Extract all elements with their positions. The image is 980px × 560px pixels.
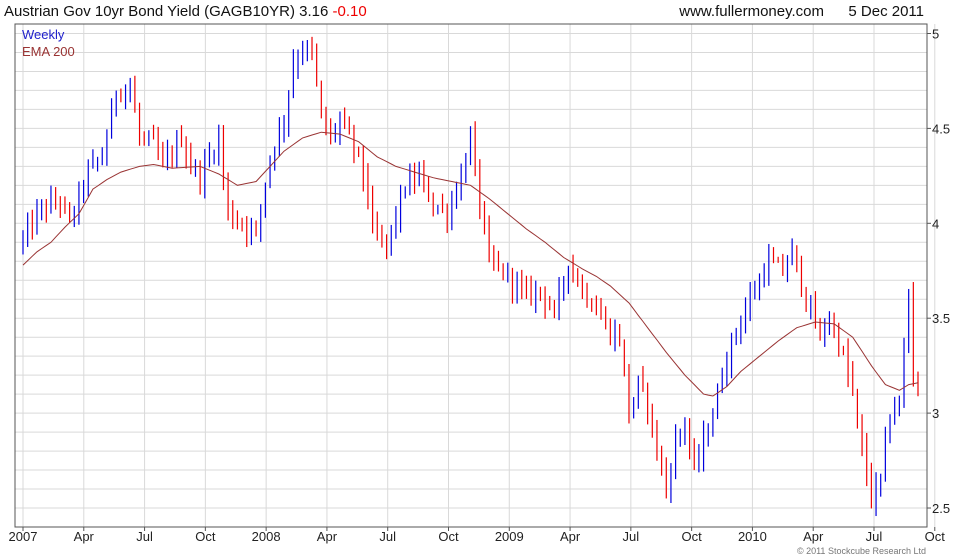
x-tick-label: Oct	[195, 529, 216, 544]
x-tick-label: Jul	[866, 529, 883, 544]
chart-title: Austrian Gov 10yr Bond Yield (GAGB10YR) …	[4, 3, 367, 20]
date-label: 5 Dec 2011	[848, 3, 924, 20]
x-tick-label: 2010	[738, 529, 767, 544]
x-tick-label: 2008	[252, 529, 281, 544]
chart-change: -0.10	[333, 3, 367, 20]
legend-ema: EMA 200	[22, 44, 75, 59]
x-tick-label: Apr	[317, 529, 338, 544]
chart-title-text: Austrian Gov 10yr Bond Yield (GAGB10YR) …	[4, 3, 328, 20]
x-tick-label: Oct	[438, 529, 459, 544]
grid-lines	[15, 24, 936, 527]
x-axis: 2007 Apr Jul Oct 2008 Apr Jul Oct 2009 Apr Jul Oct 2…	[9, 527, 946, 544]
copyright: © 2011 Stockcube Research Ltd	[797, 546, 926, 556]
y-tick-label: 4.5	[932, 121, 950, 136]
x-tick-label: Oct	[682, 529, 703, 544]
x-tick-label: Apr	[74, 529, 95, 544]
x-tick-label: 2009	[495, 529, 524, 544]
x-tick-label: Jul	[136, 529, 153, 544]
chart: Austrian Gov 10yr Bond Yield (GAGB10YR) …	[4, 3, 950, 556]
legend-weekly: Weekly	[22, 27, 65, 42]
y-tick-label: 4	[932, 216, 939, 231]
candles	[22, 36, 919, 517]
x-tick-label: Apr	[803, 529, 824, 544]
x-tick-label: Jul	[379, 529, 396, 544]
y-tick-label: 5	[932, 26, 939, 41]
x-tick-label: Oct	[925, 529, 946, 544]
y-tick-label: 3.5	[932, 311, 950, 326]
y-tick-label: 3	[932, 406, 939, 421]
site-label[interactable]: www.fullermoney.com	[678, 3, 824, 20]
x-tick-label: Jul	[623, 529, 640, 544]
x-tick-label: 2007	[9, 529, 38, 544]
y-axis: 2.5 3 3.5 4 4.5 5	[927, 26, 950, 516]
y-tick-label: 2.5	[932, 501, 950, 516]
x-tick-label: Apr	[560, 529, 581, 544]
